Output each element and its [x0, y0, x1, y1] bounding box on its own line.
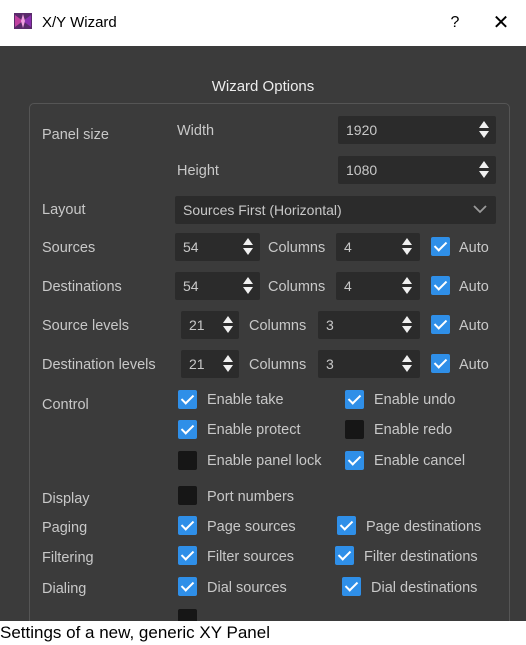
dial-destinations-label: Dial destinations: [371, 580, 478, 596]
dial-sources-checkbox[interactable]: [178, 577, 197, 596]
sources-value: 54: [183, 239, 199, 255]
title-bar: X/Y Wizard ? ✕: [0, 0, 526, 46]
destination-levels-columns-value: 3: [326, 356, 334, 372]
source-levels-label: Source levels: [42, 318, 130, 334]
height-spinbox[interactable]: 1080: [338, 156, 496, 184]
enable-protect-label: Enable protect: [207, 422, 301, 438]
page-destinations-checkbox[interactable]: [337, 516, 356, 535]
spin-arrows-icon[interactable]: [223, 355, 233, 373]
destinations-value: 54: [183, 278, 199, 294]
page-sources-checkbox[interactable]: [178, 516, 197, 535]
sources-label: Sources: [42, 240, 96, 256]
sources-auto-label: Auto: [459, 240, 489, 256]
figure-caption: Settings of a new, generic XY Panel: [0, 621, 357, 645]
dialing-label: Dialing: [42, 581, 87, 597]
page-destinations-label: Page destinations: [366, 519, 482, 535]
wizard-options-heading: Wizard Options: [211, 78, 315, 95]
filter-destinations-checkbox[interactable]: [335, 546, 354, 565]
width-value: 1920: [346, 122, 378, 138]
source-levels-auto-label: Auto: [459, 318, 489, 334]
height-label: Height: [177, 163, 219, 179]
enable-panel-lock-label: Enable panel lock: [207, 453, 322, 469]
spin-arrows-icon[interactable]: [243, 238, 253, 256]
enable-panel-lock-checkbox[interactable]: [178, 451, 197, 470]
enable-take-checkbox[interactable]: [178, 390, 197, 409]
window-title: X/Y Wizard: [42, 14, 117, 31]
sources-columns-spinbox[interactable]: 4: [336, 233, 420, 261]
sources-columns-label: Columns: [268, 240, 326, 256]
paging-label: Paging: [42, 520, 88, 536]
destination-levels-columns-spinbox[interactable]: 3: [318, 350, 420, 378]
destination-levels-spinbox[interactable]: 21: [181, 350, 239, 378]
sources-spinbox[interactable]: 54: [175, 233, 260, 261]
destinations-label: Destinations: [42, 279, 122, 295]
sources-auto-checkbox[interactable]: [431, 237, 450, 256]
enable-take-label: Enable take: [207, 392, 284, 408]
enable-cancel-label: Enable cancel: [374, 453, 466, 469]
close-button[interactable]: ✕: [486, 11, 516, 35]
enable-redo-checkbox[interactable]: [345, 420, 364, 439]
destination-levels-auto-checkbox[interactable]: [431, 354, 450, 373]
source-levels-columns-label: Columns: [249, 318, 307, 334]
display-label: Display: [42, 491, 90, 507]
enable-undo-label: Enable undo: [374, 392, 456, 408]
port-numbers-checkbox[interactable]: [178, 486, 197, 505]
wizard-dialog: Wizard Options Panel size Width 1920 Hei…: [0, 46, 526, 621]
spin-arrows-icon[interactable]: [479, 161, 489, 179]
destination-levels-label: Destination levels: [42, 357, 156, 373]
source-levels-columns-value: 3: [326, 317, 334, 333]
destinations-auto-checkbox[interactable]: [431, 276, 450, 295]
source-levels-auto-checkbox[interactable]: [431, 315, 450, 334]
sources-columns-value: 4: [344, 239, 352, 255]
xy-wizard-app-icon: [14, 13, 32, 29]
spin-arrows-icon[interactable]: [402, 316, 412, 334]
destinations-columns-spinbox[interactable]: 4: [336, 272, 420, 300]
destinations-auto-label: Auto: [459, 279, 489, 295]
enable-protect-checkbox[interactable]: [178, 420, 197, 439]
spin-arrows-icon[interactable]: [402, 355, 412, 373]
spin-arrows-icon[interactable]: [223, 316, 233, 334]
destination-levels-columns-label: Columns: [249, 357, 307, 373]
filtering-label: Filtering: [42, 550, 94, 566]
layout-label: Layout: [42, 202, 86, 218]
source-levels-value: 21: [189, 317, 205, 333]
layout-value: Sources First (Horizontal): [183, 202, 342, 218]
source-levels-spinbox[interactable]: 21: [181, 311, 239, 339]
layout-dropdown[interactable]: Sources First (Horizontal): [175, 196, 496, 224]
destinations-spinbox[interactable]: 54: [175, 272, 260, 300]
port-numbers-label: Port numbers: [207, 489, 295, 505]
enable-undo-checkbox[interactable]: [345, 390, 364, 409]
enable-redo-label: Enable redo: [374, 422, 453, 438]
panel-size-label: Panel size: [42, 127, 109, 143]
spin-arrows-icon[interactable]: [402, 238, 412, 256]
enable-cancel-checkbox[interactable]: [345, 451, 364, 470]
filter-sources-checkbox[interactable]: [178, 546, 197, 565]
destination-levels-value: 21: [189, 356, 205, 372]
control-label: Control: [42, 397, 89, 413]
destinations-columns-label: Columns: [268, 279, 326, 295]
width-label: Width: [177, 123, 215, 139]
spin-arrows-icon[interactable]: [479, 121, 489, 139]
page-sources-label: Page sources: [207, 519, 296, 535]
filter-destinations-label: Filter destinations: [364, 549, 478, 565]
height-value: 1080: [346, 162, 378, 178]
width-spinbox[interactable]: 1920: [338, 116, 496, 144]
source-levels-columns-spinbox[interactable]: 3: [318, 311, 420, 339]
dial-sources-label: Dial sources: [207, 580, 287, 596]
chevron-down-icon: [473, 205, 487, 214]
help-button[interactable]: ?: [440, 11, 470, 35]
destinations-columns-value: 4: [344, 278, 352, 294]
destination-levels-auto-label: Auto: [459, 357, 489, 373]
spin-arrows-icon[interactable]: [402, 277, 412, 295]
cut-off-checkbox[interactable]: [178, 609, 197, 621]
spin-arrows-icon[interactable]: [243, 277, 253, 295]
filter-sources-label: Filter sources: [207, 549, 295, 565]
dial-destinations-checkbox[interactable]: [342, 577, 361, 596]
